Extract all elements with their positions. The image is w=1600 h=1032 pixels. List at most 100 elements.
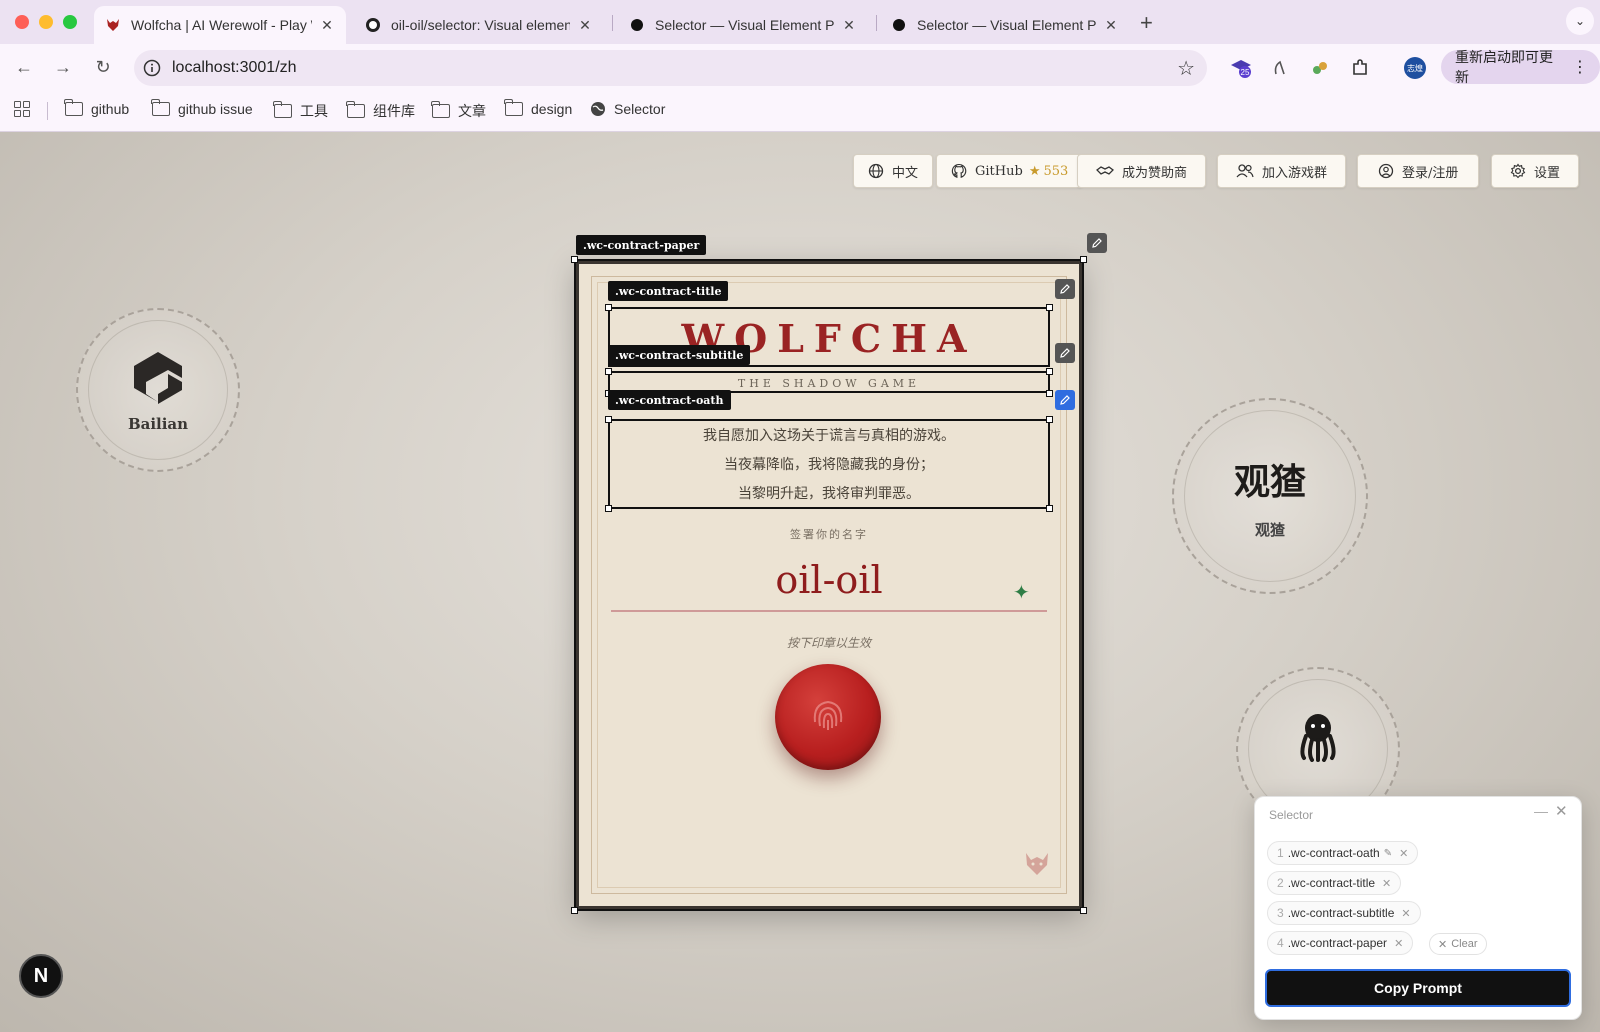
extension-graduation-icon[interactable]: 25 bbox=[1229, 56, 1253, 80]
remove-icon[interactable]: ✕ bbox=[1382, 877, 1391, 890]
bookmark-design[interactable]: design bbox=[504, 99, 572, 117]
url-text: localhost:3001/zh bbox=[172, 59, 297, 76]
folder-icon bbox=[151, 99, 170, 116]
profile-avatar[interactable]: 志煌 bbox=[1404, 57, 1426, 79]
edit-subtitle-pencil-icon[interactable] bbox=[1055, 343, 1075, 363]
language-button[interactable]: 中文 bbox=[853, 154, 934, 188]
tab-strip: Wolfcha | AI Werewolf - Play With AI ✕ o… bbox=[0, 0, 1600, 44]
more-vert-icon[interactable]: ⋮ bbox=[1572, 57, 1588, 77]
panel-title: Selector bbox=[1269, 808, 1314, 822]
remove-icon[interactable]: ✕ bbox=[1399, 847, 1408, 860]
selected-item-chip[interactable]: 3 .wc-contract-subtitle ✕ bbox=[1267, 901, 1421, 925]
bookmark-github-issue[interactable]: github issue bbox=[151, 99, 253, 117]
tab-selector-2[interactable]: Selector — Visual Element Picker ✕ bbox=[880, 6, 1130, 44]
globe-icon bbox=[590, 101, 606, 117]
dot-favicon-icon bbox=[628, 16, 646, 34]
tab-close-icon[interactable]: ✕ bbox=[576, 17, 594, 34]
github-icon bbox=[951, 163, 967, 179]
close-window-button[interactable] bbox=[15, 15, 29, 29]
tab-title: Wolfcha | AI Werewolf - Play With AI bbox=[131, 17, 312, 33]
wolf-favicon-icon bbox=[104, 16, 122, 34]
remove-icon[interactable]: ✕ bbox=[1401, 907, 1410, 920]
edit-oath-pencil-icon[interactable] bbox=[1055, 390, 1075, 410]
svg-text:25: 25 bbox=[1241, 68, 1250, 77]
tab-github-selector[interactable]: oil-oil/selector: Visual element picker … bbox=[354, 6, 604, 44]
brand-bailian[interactable]: Bailian bbox=[76, 308, 240, 472]
github-favicon-icon bbox=[364, 16, 382, 34]
tab-close-icon[interactable]: ✕ bbox=[840, 17, 858, 34]
bookmark-github[interactable]: github bbox=[64, 99, 129, 117]
user-circle-icon bbox=[1378, 163, 1394, 179]
folder-icon bbox=[504, 99, 523, 116]
tab-title: Selector — Visual Element Picker bbox=[655, 17, 834, 33]
bookmark-selector[interactable]: Selector bbox=[590, 101, 665, 117]
settings-button[interactable]: 设置 bbox=[1491, 154, 1580, 188]
tab-close-icon[interactable]: ✕ bbox=[318, 17, 336, 34]
edit-paper-pencil-icon[interactable] bbox=[1087, 233, 1107, 253]
guancha-logo: 观猹 bbox=[1233, 460, 1306, 503]
back-arrow-icon[interactable]: ← bbox=[11, 54, 37, 80]
extension-colorful-icon[interactable] bbox=[1308, 56, 1332, 80]
folder-icon bbox=[346, 101, 365, 118]
copy-prompt-button[interactable]: Copy Prompt bbox=[1265, 969, 1571, 1007]
tag-contract-oath: .wc-contract-oath bbox=[608, 390, 731, 410]
handshake-icon bbox=[1096, 163, 1114, 179]
relaunch-update-button[interactable]: 重新启动即可更新 ⋮ bbox=[1441, 49, 1600, 85]
tag-contract-title: .wc-contract-title bbox=[608, 281, 729, 301]
address-bar[interactable]: localhost:3001/zh ☆ bbox=[134, 50, 1207, 86]
site-info-icon[interactable] bbox=[142, 58, 162, 78]
selected-item-chip[interactable]: 1 .wc-contract-oath ✎ ✕ bbox=[1267, 841, 1419, 865]
gear-icon bbox=[1510, 163, 1526, 179]
tag-contract-subtitle: .wc-contract-subtitle bbox=[608, 345, 751, 365]
remove-icon[interactable]: ✕ bbox=[1394, 937, 1403, 950]
bookmark-articles[interactable]: 文章 bbox=[431, 101, 486, 121]
tab-wolfcha[interactable]: Wolfcha | AI Werewolf - Play With AI ✕ bbox=[94, 6, 346, 44]
extension-script-icon[interactable] bbox=[1268, 56, 1292, 80]
globe-icon bbox=[868, 163, 884, 179]
bookmark-tools[interactable]: 工具 bbox=[273, 101, 328, 121]
tag-contract-paper: .wc-contract-paper bbox=[576, 235, 707, 255]
update-label: 重新启动即可更新 bbox=[1455, 49, 1553, 85]
bookmark-star-icon[interactable]: ☆ bbox=[1177, 56, 1195, 81]
selected-item-chip[interactable]: 2 .wc-contract-title ✕ bbox=[1267, 871, 1402, 895]
clear-button[interactable]: ✕ Clear bbox=[1429, 933, 1487, 955]
tab-title: oil-oil/selector: Visual element picker bbox=[391, 17, 570, 33]
forward-arrow-icon[interactable]: → bbox=[50, 54, 76, 80]
join-group-button[interactable]: 加入游戏群 bbox=[1217, 154, 1347, 188]
minimize-icon[interactable]: — bbox=[1534, 803, 1548, 819]
bookmark-components[interactable]: 组件库 bbox=[346, 101, 415, 121]
toolbar: ← → ↻ localhost:3001/zh ☆ 25 志煌 重新启动即可更新… bbox=[0, 44, 1600, 90]
folder-icon bbox=[273, 101, 292, 118]
extensions-puzzle-icon[interactable] bbox=[1348, 56, 1372, 80]
users-icon bbox=[1236, 163, 1254, 179]
folder-icon bbox=[431, 101, 450, 118]
apps-grid-icon[interactable] bbox=[14, 101, 30, 117]
brand-guancha[interactable]: 观猹 观猹 bbox=[1172, 398, 1368, 594]
minimize-window-button[interactable] bbox=[39, 15, 53, 29]
selected-item-chip[interactable]: 4 .wc-contract-paper ✕ bbox=[1267, 931, 1414, 955]
nextjs-devtools-button[interactable]: N bbox=[19, 954, 63, 998]
new-tab-button[interactable]: + bbox=[1140, 10, 1153, 36]
clear-x-icon: ✕ bbox=[1438, 938, 1448, 951]
tab-close-icon[interactable]: ✕ bbox=[1102, 17, 1120, 34]
page-viewport: 中文 GitHub ★ 553 成为赞助商 加入游戏群 登录/注册 设置 Bai… bbox=[0, 132, 1600, 1032]
star-icon: ★ bbox=[1028, 163, 1041, 179]
close-icon[interactable]: ✕ bbox=[1555, 802, 1568, 820]
octopus-icon bbox=[1296, 712, 1340, 767]
tab-selector-1[interactable]: Selector — Visual Element Picker ✕ bbox=[618, 6, 868, 44]
tab-search-chevron-icon[interactable]: ⌄ bbox=[1566, 7, 1594, 35]
bailian-logo-icon bbox=[128, 348, 188, 413]
pencil-icon: ✎ bbox=[1383, 847, 1393, 859]
dot-favicon-icon bbox=[890, 16, 908, 34]
folder-icon bbox=[64, 99, 83, 116]
github-button[interactable]: GitHub ★ 553 bbox=[936, 154, 1084, 188]
sponsor-button[interactable]: 成为赞助商 bbox=[1077, 154, 1207, 188]
reload-icon[interactable]: ↻ bbox=[90, 54, 116, 80]
bookmarks-bar: github github issue 工具 组件库 文章 design Sel… bbox=[0, 90, 1600, 132]
zoom-window-button[interactable] bbox=[63, 15, 77, 29]
tab-title: Selector — Visual Element Picker bbox=[917, 17, 1096, 33]
overlay-oath-outline bbox=[608, 419, 1050, 509]
edit-title-pencil-icon[interactable] bbox=[1055, 279, 1075, 299]
login-button[interactable]: 登录/注册 bbox=[1357, 154, 1480, 188]
selector-panel: Selector — ✕ 1 .wc-contract-oath ✎ ✕ 2 .… bbox=[1254, 796, 1582, 1020]
